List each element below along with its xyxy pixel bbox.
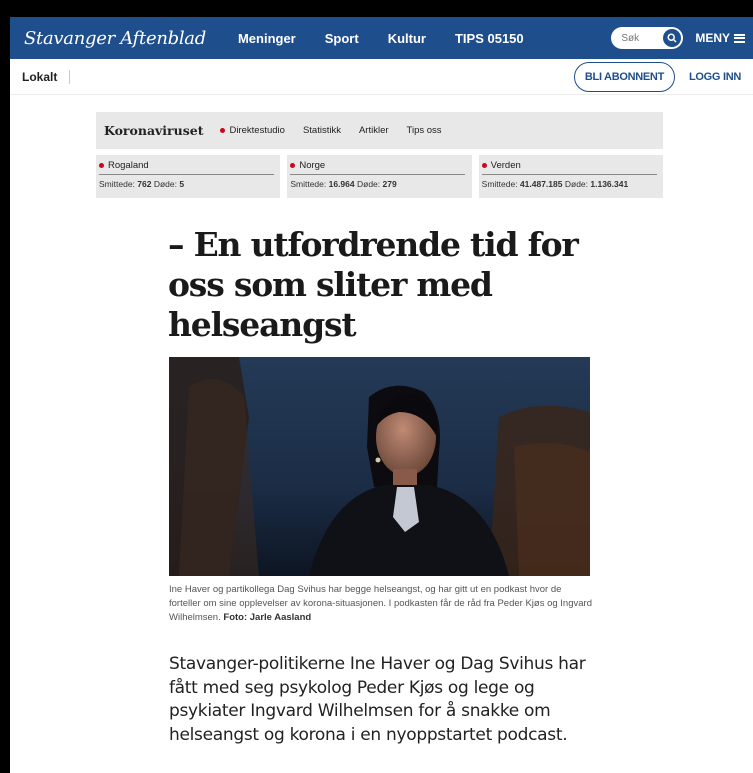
deaths-count: 279 — [382, 179, 397, 189]
portrait-image — [169, 357, 590, 576]
stat-region: Rogaland — [99, 160, 274, 175]
search-input[interactable] — [621, 32, 662, 44]
subscribe-button[interactable]: BLI ABONNENT — [573, 61, 675, 92]
site-logo[interactable]: Stavanger Aftenblad — [24, 28, 206, 49]
stat-region: Norge — [290, 160, 466, 175]
deaths-label: Døde: — [564, 179, 589, 189]
stat-region: Verden — [481, 160, 657, 175]
deaths-count: 1.136.341 — [590, 179, 629, 189]
infected-label: Smittede: — [99, 179, 135, 189]
corona-link-direktestudio[interactable]: Direktestudio — [219, 125, 285, 136]
stat-values: Smittede: 762 Døde: 5 — [99, 179, 277, 189]
red-dot-icon — [99, 163, 104, 168]
stat-values: Smittede: 41.487.185 Døde: 1.136.341 — [482, 179, 660, 189]
nav-link-meninger[interactable]: Meninger — [238, 31, 296, 46]
article-headline: – En utfordrende tid for oss som sliter … — [168, 225, 579, 344]
article-photo[interactable] — [169, 357, 590, 576]
corona-link-label: Direktestudio — [229, 125, 285, 136]
hamburger-icon — [734, 33, 745, 43]
stat-region-label: Rogaland — [108, 160, 149, 171]
stat-card-norge[interactable]: Norge Smittede: 16.964 Døde: 279 — [287, 155, 472, 198]
infected-count: 16.964 — [328, 179, 355, 189]
stat-region-label: Norge — [299, 160, 326, 171]
infected-count: 762 — [137, 179, 152, 189]
section-link-lokalt[interactable]: Lokalt — [22, 69, 71, 84]
photo-credit: Foto: Jarle Aasland — [223, 612, 312, 623]
deaths-label: Døde: — [153, 179, 177, 189]
photo-caption: Ine Haver og partikollega Dag Svihus har… — [169, 583, 594, 625]
live-dot-icon — [219, 128, 225, 133]
article-lead: Stavanger-politikerne Ine Haver og Dag S… — [169, 654, 586, 745]
search-icon — [667, 33, 677, 43]
stat-card-rogaland[interactable]: Rogaland Smittede: 762 Døde: 5 — [96, 155, 281, 198]
corona-link-artikler[interactable]: Artikler — [359, 125, 389, 136]
stat-card-verden[interactable]: Verden Smittede: 41.487.185 Døde: 1.136.… — [478, 155, 663, 198]
deaths-count: 5 — [179, 179, 185, 189]
corona-title[interactable]: Koronaviruset — [104, 123, 204, 138]
corona-banner: Koronaviruset Direktestudio Statistikk A… — [96, 112, 663, 149]
stat-region-label: Verden — [490, 160, 521, 171]
top-navigation: Stavanger Aftenblad Meninger Sport Kultu… — [10, 17, 753, 59]
nav-link-kultur[interactable]: Kultur — [388, 31, 426, 46]
infected-label: Smittede: — [481, 179, 518, 189]
red-dot-icon — [481, 163, 487, 168]
browser-viewport: Stavanger Aftenblad Meninger Sport Kultu… — [10, 17, 753, 773]
menu-button[interactable]: MENY — [695, 31, 745, 45]
corona-stats: Rogaland Smittede: 762 Døde: 5 Norge Smi… — [96, 155, 663, 198]
deaths-label: Døde: — [356, 179, 381, 189]
nav-link-sport[interactable]: Sport — [325, 31, 359, 46]
corona-link-tips[interactable]: Tips oss — [407, 125, 442, 136]
red-dot-icon — [290, 163, 296, 168]
section-bar: Lokalt BLI ABONNENT LOGG INN — [10, 59, 753, 95]
stat-values: Smittede: 16.964 Døde: 279 — [290, 179, 468, 189]
corona-link-statistikk[interactable]: Statistikk — [303, 125, 341, 136]
menu-label: MENY — [695, 31, 730, 45]
login-link[interactable]: LOGG INN — [689, 71, 741, 83]
search-box[interactable] — [611, 27, 684, 49]
nav-link-tips[interactable]: TIPS 05150 — [455, 31, 524, 46]
search-button[interactable] — [663, 29, 682, 47]
infected-label: Smittede: — [290, 179, 327, 189]
infected-count: 41.487.185 — [519, 179, 563, 189]
